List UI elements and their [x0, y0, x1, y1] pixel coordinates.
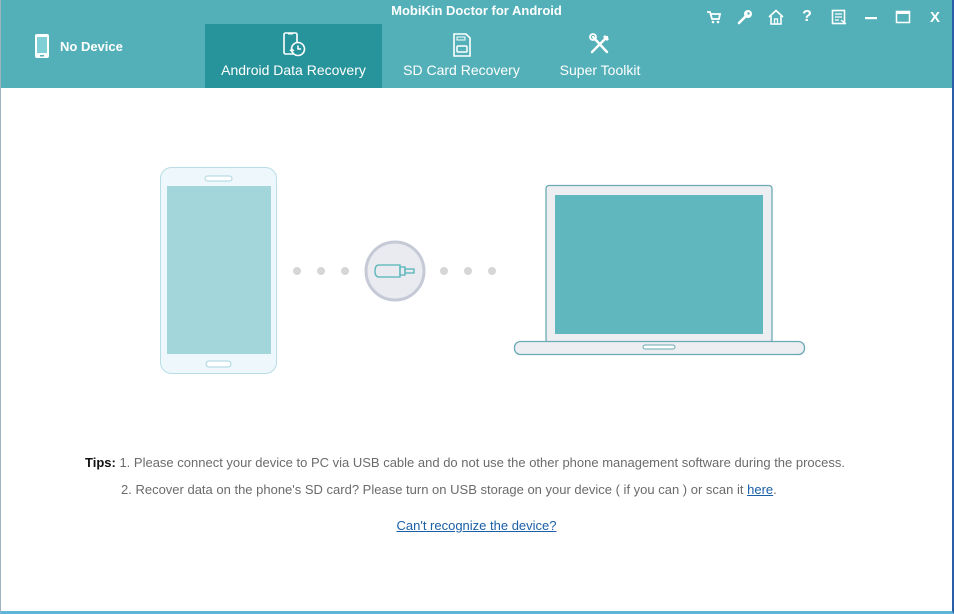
tip-2: 2. Recover data on the phone's SD card? … — [121, 482, 777, 497]
usb-cable-icon — [364, 240, 426, 302]
help-icon: ? — [802, 8, 812, 25]
phone-restore-icon — [281, 32, 307, 61]
feedback-icon — [831, 9, 847, 25]
home-icon — [767, 9, 785, 25]
device-label: No Device — [60, 38, 123, 54]
tip-1: Tips: 1. Please connect your device to P… — [85, 455, 845, 470]
tab-label: Super Toolkit — [559, 62, 641, 78]
phone-illustration — [160, 167, 277, 374]
scan-here-link[interactable]: here — [747, 482, 773, 497]
sd-card-icon — [452, 32, 472, 61]
tip-1-text: 1. Please connect your device to PC via … — [119, 455, 846, 470]
tab-android-data-recovery[interactable]: Android Data Recovery — [205, 24, 382, 88]
minimize-icon — [864, 10, 878, 24]
register-button[interactable] — [734, 7, 756, 27]
tab-label: Android Data Recovery — [221, 62, 366, 78]
help-button[interactable]: ? — [796, 7, 818, 27]
cart-icon — [706, 10, 722, 24]
cant-recognize-device-link[interactable]: Can't recognize the device? — [396, 518, 556, 533]
connection-illustration — [160, 167, 806, 374]
tab-super-toolkit[interactable]: Super Toolkit — [546, 24, 654, 88]
close-button[interactable]: X — [924, 7, 946, 27]
help-link-row: Can't recognize the device? — [1, 518, 952, 533]
laptop-illustration — [513, 184, 806, 356]
header-bar: MobiKin Doctor for Android No Device And… — [1, 0, 952, 88]
connection-dots-right — [440, 267, 496, 275]
cart-button[interactable] — [703, 7, 725, 27]
maximize-icon — [895, 10, 911, 24]
tab-label: SD Card Recovery — [403, 62, 520, 78]
phone-icon — [34, 33, 50, 59]
tip-2-text: 2. Recover data on the phone's SD card? … — [121, 482, 748, 497]
app-window: MobiKin Doctor for Android No Device And… — [0, 0, 954, 614]
tips-label: Tips: — [85, 455, 116, 470]
connection-dots-left — [293, 267, 349, 275]
key-icon — [737, 9, 753, 25]
tab-sd-card-recovery[interactable]: SD Card Recovery — [393, 24, 530, 88]
feedback-button[interactable] — [828, 7, 850, 27]
minimize-button[interactable] — [860, 7, 882, 27]
home-button[interactable] — [765, 7, 787, 27]
tools-icon — [588, 32, 612, 59]
tip-2-suffix: . — [773, 482, 777, 497]
maximize-button[interactable] — [892, 7, 914, 27]
close-icon: X — [929, 8, 940, 26]
device-status: No Device — [34, 33, 123, 59]
